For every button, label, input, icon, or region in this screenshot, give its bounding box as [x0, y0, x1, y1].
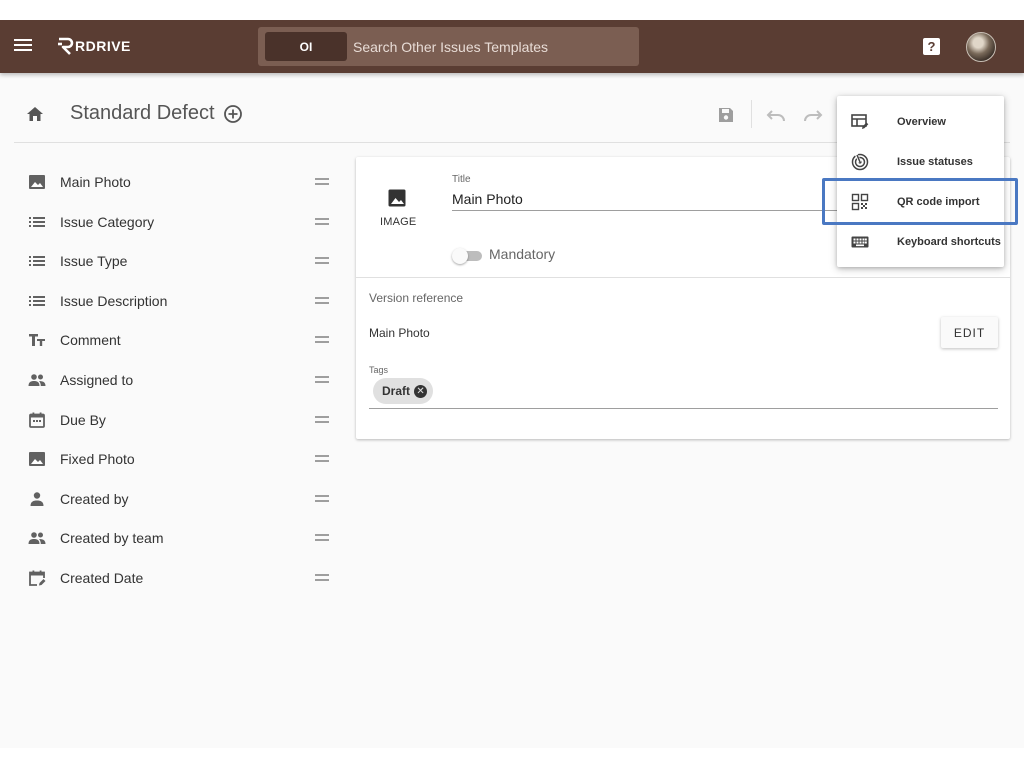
field-label: Main Photo — [60, 174, 131, 190]
title-caption: Title — [452, 174, 471, 185]
field-label: Due By — [60, 411, 106, 428]
field-label: Issue Category — [60, 213, 155, 230]
drag-handle-icon[interactable] — [315, 217, 329, 225]
field-item-comment[interactable]: Comment — [14, 320, 344, 360]
text-fields-icon — [29, 334, 45, 347]
drag-handle-icon[interactable] — [315, 455, 329, 463]
field-label: Issue Description — [60, 292, 168, 309]
mandatory-label: Mandatory — [489, 246, 556, 262]
drag-handle-icon[interactable] — [315, 257, 329, 265]
radar-icon — [851, 153, 869, 171]
toolbar-divider — [751, 100, 752, 128]
menu-item-qr-code-import[interactable]: QR code import — [837, 182, 1004, 222]
drag-handle-icon[interactable] — [315, 336, 329, 344]
version-reference-value: Main Photo — [369, 326, 430, 340]
field-item-created-by-team[interactable]: Created by team — [14, 518, 344, 558]
field-item-issue-type[interactable]: Issue Type — [14, 241, 344, 281]
add-circle-icon[interactable] — [223, 104, 243, 124]
drag-handle-icon[interactable] — [315, 178, 329, 185]
options-menu: Overview Issue statuses QR code import K… — [837, 96, 1004, 267]
drag-handle-icon[interactable] — [315, 296, 329, 304]
calendar-edit-icon — [29, 570, 46, 586]
field-label: Created by team — [60, 530, 164, 547]
calendar-icon — [29, 412, 45, 428]
keyboard-icon — [851, 236, 869, 248]
field-item-created-date[interactable]: Created Date — [14, 558, 344, 598]
list-icon — [29, 295, 45, 306]
search-input[interactable] — [353, 32, 633, 61]
drag-handle-icon[interactable] — [315, 494, 329, 502]
version-reference-caption: Version reference — [369, 291, 464, 305]
page-title: Standard Defect — [70, 102, 215, 124]
field-item-main-photo[interactable]: Main Photo — [14, 162, 344, 202]
menu-item-label: QR code import — [897, 196, 980, 208]
title-field[interactable] — [452, 187, 882, 211]
field-item-due-by[interactable]: Due By — [14, 400, 344, 440]
tag-chip[interactable]: Draft ✕ — [373, 378, 434, 404]
menu-item-label: Issue statuses — [897, 156, 973, 168]
list-icon — [29, 256, 45, 267]
image-icon — [29, 175, 45, 189]
app-window: RDRIVE OI ? Standard Defect — [0, 20, 1024, 748]
field-label: Issue Type — [60, 253, 128, 270]
menu-item-overview[interactable]: Overview — [837, 102, 1004, 142]
image-type-icon — [388, 189, 406, 207]
card-divider — [356, 277, 1010, 278]
people-icon — [28, 532, 46, 545]
search-bar: OI — [258, 27, 639, 66]
search-scope-chip[interactable]: OI — [265, 32, 347, 61]
edit-button[interactable]: EDIT — [941, 317, 998, 348]
top-bar: RDRIVE OI ? — [0, 20, 1024, 73]
drag-handle-icon[interactable] — [315, 375, 329, 383]
field-item-issue-description[interactable]: Issue Description — [14, 281, 344, 321]
menu-item-issue-statuses[interactable]: Issue statuses — [837, 142, 1004, 182]
field-item-issue-category[interactable]: Issue Category — [14, 202, 344, 242]
drag-handle-icon[interactable] — [315, 415, 329, 423]
field-label: Created Date — [60, 569, 144, 586]
menu-item-label: Keyboard shortcuts — [897, 236, 1001, 248]
drag-handle-icon[interactable] — [315, 534, 329, 542]
field-list: Main Photo Issue Category Issue Type Iss… — [14, 162, 344, 598]
remove-tag-icon[interactable]: ✕ — [414, 384, 428, 398]
hamburger-menu-icon[interactable] — [14, 38, 32, 52]
tag-label: Draft — [382, 384, 411, 398]
save-icon[interactable] — [717, 106, 735, 124]
home-icon[interactable] — [26, 106, 44, 122]
app-logo[interactable]: RDRIVE — [56, 35, 131, 57]
list-icon — [29, 216, 45, 227]
tags-caption: Tags — [369, 365, 389, 375]
field-label: Created by — [60, 490, 129, 507]
field-type-label: IMAGE — [380, 216, 417, 228]
avatar[interactable] — [966, 32, 996, 62]
people-icon — [28, 374, 46, 386]
drag-handle-icon[interactable] — [315, 573, 329, 581]
logo-mark-icon — [58, 37, 74, 55]
field-item-fixed-photo[interactable]: Fixed Photo — [14, 439, 344, 479]
help-icon[interactable]: ? — [923, 38, 940, 55]
menu-item-keyboard-shortcuts[interactable]: Keyboard shortcuts — [837, 222, 1004, 262]
person-icon — [30, 492, 44, 506]
field-label: Assigned to — [60, 371, 134, 388]
field-item-assigned-to[interactable]: Assigned to — [14, 360, 344, 400]
overview-icon — [851, 114, 869, 129]
field-label: Fixed Photo — [60, 451, 135, 468]
mandatory-toggle[interactable] — [452, 248, 482, 264]
tags-field-underline — [369, 408, 998, 409]
image-icon — [29, 452, 45, 467]
qr-code-icon — [851, 193, 869, 211]
logo-text: RDRIVE — [75, 38, 131, 54]
menu-item-label: Overview — [897, 116, 946, 128]
field-item-created-by[interactable]: Created by — [14, 479, 344, 519]
redo-icon[interactable] — [803, 108, 823, 122]
undo-icon[interactable] — [766, 108, 786, 122]
field-label: Comment — [60, 332, 121, 349]
